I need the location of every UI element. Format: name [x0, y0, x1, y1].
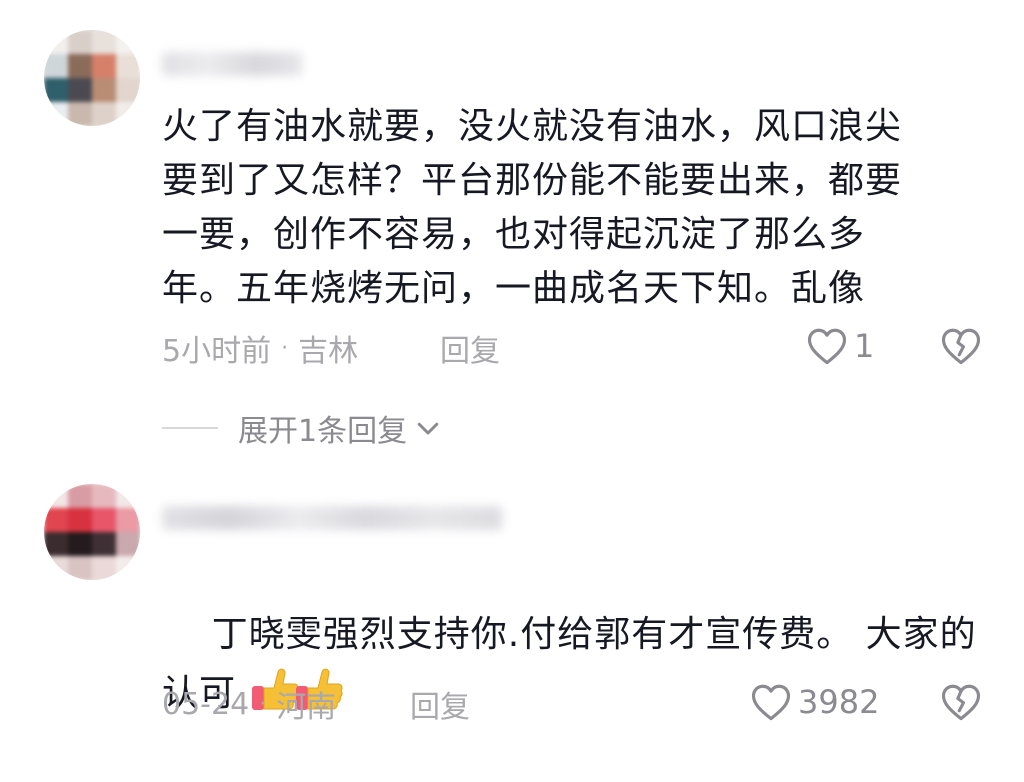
comment-text: 丁晓雯强烈支持你.付给郭有才宣传费。 大家的 认可: [162, 554, 1002, 782]
meta-separator: ·: [281, 335, 289, 361]
chevron-down-icon: [417, 422, 439, 435]
divider: [162, 427, 218, 429]
reply-button[interactable]: 回复: [410, 682, 470, 726]
comment-meta: 05-24 · 河南: [162, 682, 336, 726]
avatar[interactable]: [44, 30, 140, 126]
comment-item: 丁晓雯强烈支持你.付给郭有才宣传费。 大家的 认可 05-24 · 河南 回复 …: [0, 470, 1024, 750]
broken-heart-icon: [941, 328, 981, 365]
like-count: 1: [854, 327, 875, 365]
dislike-button[interactable]: [940, 326, 982, 370]
expand-replies-label: 展开1条回复: [238, 414, 408, 449]
reply-button[interactable]: 回复: [440, 326, 500, 370]
heart-outline-icon: [751, 684, 791, 721]
expand-replies-button[interactable]: 展开1条回复: [162, 406, 443, 450]
username: [162, 52, 302, 76]
comment-location: 河南: [276, 690, 337, 725]
heart-outline-icon: [807, 328, 847, 365]
like-button[interactable]: 1: [806, 326, 874, 366]
avatar[interactable]: [44, 484, 140, 580]
comment-location: 吉林: [298, 334, 359, 369]
comment-time: 05-24: [162, 686, 250, 722]
dislike-button[interactable]: [940, 682, 982, 726]
like-button[interactable]: 3982: [750, 682, 879, 722]
comment-time: 5小时前: [162, 334, 272, 369]
comment-text: 火了有油水就要，没火就没有油水，风口浪尖 要到了又怎样？平台那份能不能要出来，都…: [162, 106, 903, 309]
comment-meta: 5小时前 · 吉林: [162, 326, 358, 370]
broken-heart-icon: [941, 684, 981, 721]
comment-item: 火了有油水就要，没火就没有油水，风口浪尖 要到了又怎样？平台那份能不能要出来，都…: [0, 0, 1024, 460]
like-count: 3982: [798, 683, 880, 721]
meta-separator: ·: [259, 691, 267, 717]
username: [162, 506, 502, 530]
